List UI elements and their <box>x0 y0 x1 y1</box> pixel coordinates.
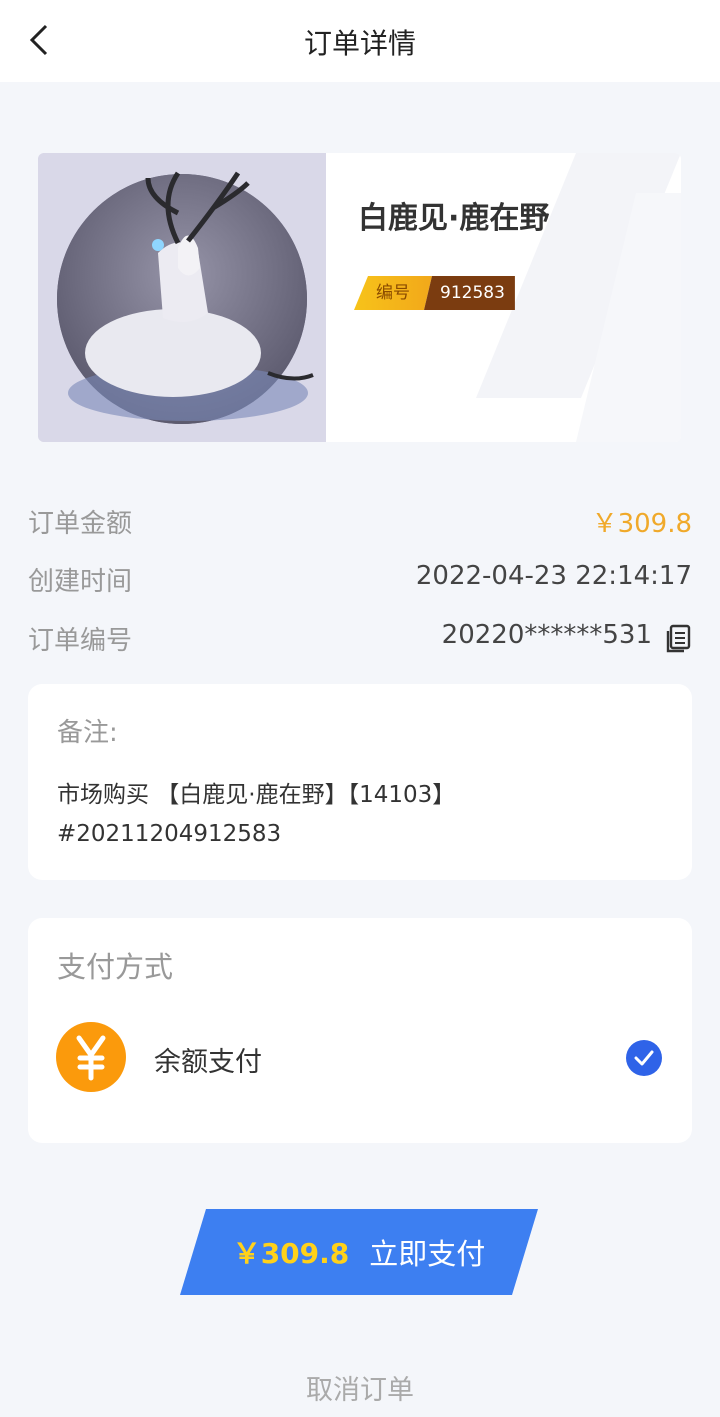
yen-coin-icon <box>56 1022 126 1092</box>
page-title: 订单详情 <box>303 27 416 60</box>
order-number-row: 订单编号 20220******531 <box>28 620 692 660</box>
product-image <box>38 153 326 442</box>
cancel-order-button[interactable]: 取消订单 <box>0 1368 720 1407</box>
serial-value: 912583 <box>424 276 515 310</box>
check-circle-icon[interactable] <box>626 1040 662 1076</box>
remark-line-2: #20211204912583 <box>57 821 282 847</box>
created-time-row: 创建时间 2022-04-23 22:14:17 <box>28 561 692 601</box>
created-time-label: 创建时间 <box>28 567 133 597</box>
pay-label: 立即支付 <box>369 1237 486 1271</box>
pay-now-button[interactable]: ￥309.8 立即支付 <box>180 1209 538 1295</box>
order-amount-row: 订单金额 ￥309.8 <box>28 503 692 543</box>
product-card: 白鹿见·鹿在野 编号 912583 <box>38 153 681 442</box>
created-time-value: 2022-04-23 22:14:17 <box>415 561 692 591</box>
order-amount-value: ￥309.8 <box>591 509 692 539</box>
payment-method-title: 支付方式 <box>57 950 174 984</box>
remark-line-1: 市场购买 【白鹿见·鹿在野】【14103】 <box>57 782 456 808</box>
order-number-label: 订单编号 <box>28 626 133 656</box>
remark-text: 市场购买 【白鹿见·鹿在野】【14103】 #20211204912583 <box>57 776 667 854</box>
serial-label: 编号 <box>354 276 432 310</box>
top-bar: 订单详情 <box>0 0 720 82</box>
balance-payment-option[interactable]: 余额支付 <box>28 1022 692 1098</box>
order-number-value: 20220******531 <box>441 620 652 650</box>
payment-method-card: 支付方式 余额支付 <box>28 918 692 1143</box>
remark-title: 备注: <box>57 718 118 748</box>
payment-method-label: 余额支付 <box>154 1047 262 1078</box>
copy-icon[interactable] <box>666 624 692 654</box>
pay-amount: ￥309.8 <box>232 1237 350 1270</box>
product-name: 白鹿见·鹿在野 <box>358 201 550 236</box>
serial-number-tag: 编号 912583 <box>354 276 515 310</box>
remark-card: 备注: 市场购买 【白鹿见·鹿在野】【14103】 #2021120491258… <box>28 684 692 880</box>
order-amount-label: 订单金额 <box>28 509 133 539</box>
